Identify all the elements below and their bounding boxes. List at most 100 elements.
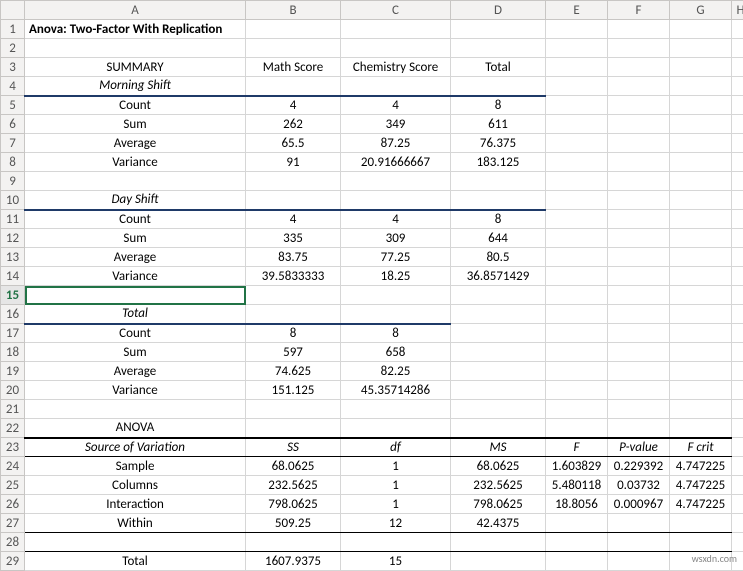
cell-F29[interactable] (608, 552, 670, 571)
cell-A24[interactable]: Sample (25, 457, 246, 476)
row-header-11[interactable]: 11 (1, 210, 25, 229)
cell-B19[interactable]: 74.625 (246, 362, 341, 381)
cell-C11[interactable]: 4 (341, 210, 451, 229)
cell-A9[interactable] (25, 172, 246, 191)
cell-A15[interactable] (25, 286, 246, 305)
cell-E27[interactable] (546, 514, 608, 533)
cell-D2[interactable] (451, 39, 546, 58)
cell-G21[interactable] (670, 400, 732, 419)
cell-B10[interactable] (246, 191, 341, 210)
cell-F21[interactable] (608, 400, 670, 419)
cell-F8[interactable] (608, 153, 670, 172)
cell-E16[interactable] (546, 305, 608, 324)
cell-H2[interactable] (732, 39, 743, 58)
cell-A20[interactable]: Variance (25, 381, 246, 400)
cell-D19[interactable] (451, 362, 546, 381)
cell-C20[interactable]: 45.35714286 (341, 381, 451, 400)
cell-H26[interactable] (732, 495, 743, 514)
col-header-C[interactable]: C (341, 1, 451, 20)
cell-G24[interactable]: 4.747225 (670, 457, 732, 476)
row-header-23[interactable]: 23 (1, 438, 25, 457)
cell-H10[interactable] (732, 191, 743, 210)
cell-D14[interactable]: 36.8571429 (451, 267, 546, 286)
col-header-D[interactable]: D (451, 1, 546, 20)
cell-H17[interactable] (732, 324, 743, 343)
cell-A16[interactable]: Total (25, 305, 246, 324)
cell-G20[interactable] (670, 381, 732, 400)
cell-H25[interactable] (732, 476, 743, 495)
cell-A10[interactable]: Day Shift (25, 191, 246, 210)
cell-C16[interactable] (341, 305, 451, 324)
cell-A5[interactable]: Count (25, 96, 246, 115)
cell-A18[interactable]: Sum (25, 343, 246, 362)
row-header-20[interactable]: 20 (1, 381, 25, 400)
cell-C10[interactable] (341, 191, 451, 210)
cell-E7[interactable] (546, 134, 608, 153)
cell-H6[interactable] (732, 115, 743, 134)
cell-D21[interactable] (451, 400, 546, 419)
cell-H21[interactable] (732, 400, 743, 419)
cell-D5[interactable]: 8 (451, 96, 546, 115)
cell-A1[interactable]: Anova: Two-Factor With Replication (25, 20, 246, 39)
row-header-26[interactable]: 26 (1, 495, 25, 514)
cell-E25[interactable]: 5.480118 (546, 476, 608, 495)
cell-F2[interactable] (608, 39, 670, 58)
cell-D20[interactable] (451, 381, 546, 400)
cell-H4[interactable] (732, 77, 743, 96)
col-header-F[interactable]: F (608, 1, 670, 20)
cell-C1[interactable] (341, 20, 451, 39)
cell-F15[interactable] (608, 286, 670, 305)
cell-H5[interactable] (732, 96, 743, 115)
cell-E21[interactable] (546, 400, 608, 419)
cell-C13[interactable]: 77.25 (341, 248, 451, 267)
cell-C14[interactable]: 18.25 (341, 267, 451, 286)
cell-B7[interactable]: 65.5 (246, 134, 341, 153)
cell-B9[interactable] (246, 172, 341, 191)
cell-B22[interactable] (246, 419, 341, 438)
row-header-15[interactable]: 15 (1, 286, 25, 305)
cell-F23[interactable]: P-value (608, 438, 670, 457)
cell-E26[interactable]: 18.8056 (546, 495, 608, 514)
cell-B29[interactable]: 1607.9375 (246, 552, 341, 571)
cell-G11[interactable] (670, 210, 732, 229)
cell-D18[interactable] (451, 343, 546, 362)
cell-A13[interactable]: Average (25, 248, 246, 267)
cell-E14[interactable] (546, 267, 608, 286)
cell-F7[interactable] (608, 134, 670, 153)
cell-C9[interactable] (341, 172, 451, 191)
cell-B20[interactable]: 151.125 (246, 381, 341, 400)
row-header-6[interactable]: 6 (1, 115, 25, 134)
row-header-17[interactable]: 17 (1, 324, 25, 343)
cell-C28[interactable] (341, 533, 451, 552)
cell-E8[interactable] (546, 153, 608, 172)
cell-C3[interactable]: Chemistry Score (341, 58, 451, 77)
row-header-25[interactable]: 25 (1, 476, 25, 495)
cell-D1[interactable] (451, 20, 546, 39)
cell-F20[interactable] (608, 381, 670, 400)
cell-C6[interactable]: 349 (341, 115, 451, 134)
cell-B21[interactable] (246, 400, 341, 419)
cell-E4[interactable] (546, 77, 608, 96)
row-header-14[interactable]: 14 (1, 267, 25, 286)
cell-F9[interactable] (608, 172, 670, 191)
cell-B14[interactable]: 39.5833333 (246, 267, 341, 286)
cell-D4[interactable] (451, 77, 546, 96)
cell-B28[interactable] (246, 533, 341, 552)
row-header-18[interactable]: 18 (1, 343, 25, 362)
cell-D23[interactable]: MS (451, 438, 546, 457)
cell-A19[interactable]: Average (25, 362, 246, 381)
cell-D24[interactable]: 68.0625 (451, 457, 546, 476)
cell-E6[interactable] (546, 115, 608, 134)
cell-C12[interactable]: 309 (341, 229, 451, 248)
row-header-10[interactable]: 10 (1, 191, 25, 210)
cell-G17[interactable] (670, 324, 732, 343)
cell-B6[interactable]: 262 (246, 115, 341, 134)
row-header-12[interactable]: 12 (1, 229, 25, 248)
cell-F4[interactable] (608, 77, 670, 96)
cell-A12[interactable]: Sum (25, 229, 246, 248)
cell-F27[interactable] (608, 514, 670, 533)
cell-H23[interactable] (732, 438, 743, 457)
cell-C22[interactable] (341, 419, 451, 438)
cell-D13[interactable]: 80.5 (451, 248, 546, 267)
cell-H13[interactable] (732, 248, 743, 267)
